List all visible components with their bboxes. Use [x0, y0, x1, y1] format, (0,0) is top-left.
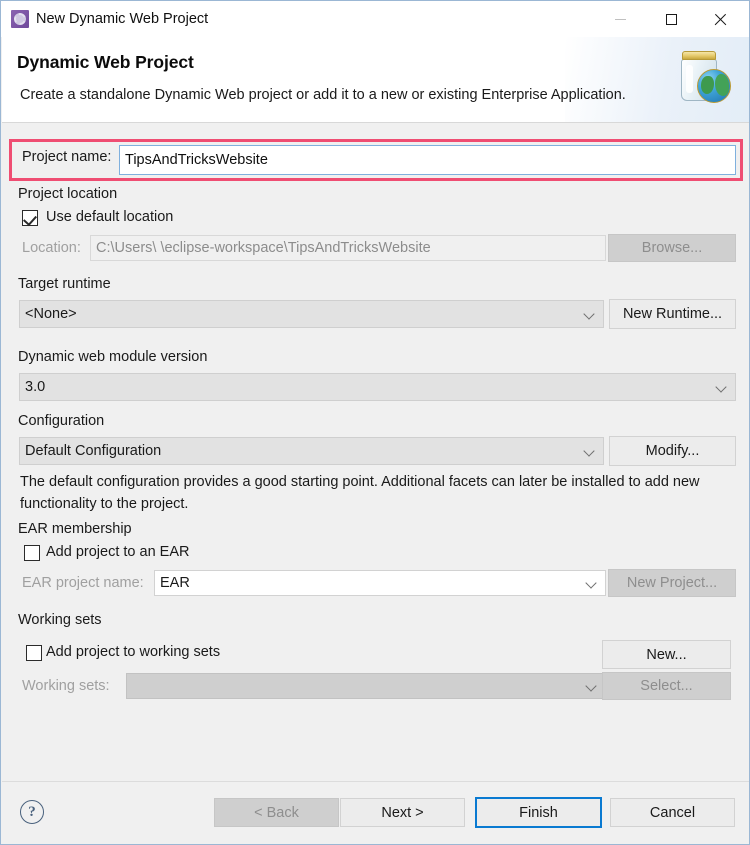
chevron-down-icon: [585, 309, 594, 318]
chevron-down-icon: [717, 382, 726, 391]
modify-button[interactable]: Modify...: [609, 436, 736, 466]
minimize-icon: [614, 18, 626, 20]
cancel-button[interactable]: Cancel: [610, 798, 735, 827]
maximize-button[interactable]: [648, 1, 694, 37]
chevron-down-icon: [587, 578, 596, 587]
working-sets-group-label: Working sets: [18, 612, 102, 628]
add-project-to-ear-checkbox[interactable]: [24, 545, 40, 561]
ear-project-name-value: EAR: [160, 575, 190, 591]
location-label: Location:: [22, 240, 81, 256]
select-working-set-button: Select...: [602, 672, 731, 700]
new-dynamic-web-project-dialog: New Dynamic Web Project Dynamic Web Proj…: [0, 0, 750, 845]
module-version-group-label: Dynamic web module version: [18, 349, 208, 365]
chevron-down-icon: [585, 446, 594, 455]
close-button[interactable]: [697, 1, 743, 37]
working-sets-combo: [126, 673, 606, 699]
project-name-label: Project name:: [22, 149, 112, 165]
page-description: Create a standalone Dynamic Web project …: [20, 87, 626, 103]
target-runtime-combo[interactable]: <None>: [19, 300, 604, 328]
new-working-set-button[interactable]: New...: [602, 640, 731, 669]
module-version-combo[interactable]: 3.0: [19, 373, 736, 401]
configuration-group-label: Configuration: [18, 413, 105, 429]
target-runtime-value: <None>: [25, 306, 77, 322]
globe-shape: [697, 69, 731, 103]
use-default-location-label: Use default location: [46, 209, 174, 225]
new-runtime-button[interactable]: New Runtime...: [609, 299, 736, 329]
add-project-to-working-sets-label: Add project to working sets: [46, 644, 221, 660]
jar-globe-icon: [670, 45, 736, 115]
browse-button: Browse...: [608, 234, 736, 262]
target-runtime-group-label: Target runtime: [18, 276, 111, 292]
ear-project-name-combo: EAR: [154, 570, 606, 596]
add-project-to-ear-label: Add project to an EAR: [46, 544, 190, 560]
eclipse-wizard-icon: [11, 10, 29, 28]
configuration-combo[interactable]: Default Configuration: [19, 437, 604, 465]
configuration-value: Default Configuration: [25, 443, 162, 459]
chevron-down-icon: [587, 681, 596, 690]
maximize-icon: [665, 13, 677, 25]
use-default-location-checkbox[interactable]: [22, 210, 38, 226]
working-sets-label: Working sets:: [22, 678, 110, 694]
window-title: New Dynamic Web Project: [36, 11, 209, 27]
finish-button[interactable]: Finish: [475, 797, 602, 828]
ear-project-name-label: EAR project name:: [22, 575, 144, 591]
wizard-footer: ? < Back Next > Finish Cancel: [2, 781, 749, 843]
minimize-button[interactable]: [597, 1, 643, 37]
wizard-header: Dynamic Web Project Create a standalone …: [2, 37, 749, 123]
add-project-to-working-sets-checkbox[interactable]: [26, 645, 42, 661]
help-icon[interactable]: ?: [20, 800, 44, 824]
close-icon: [714, 13, 727, 26]
new-project-button: New Project...: [608, 569, 736, 597]
back-button: < Back: [214, 798, 339, 827]
module-version-value: 3.0: [25, 379, 46, 395]
jar-lid-shape: [682, 51, 716, 60]
location-input: C:\Users\ \eclipse-workspace\TipsAndTric…: [90, 235, 606, 261]
configuration-description: The default configuration provides a goo…: [20, 474, 700, 512]
wizard-body: Project name: TipsAndTricksWebsite Proje…: [2, 124, 749, 784]
next-button[interactable]: Next >: [340, 798, 465, 827]
page-title: Dynamic Web Project: [17, 52, 194, 72]
ear-membership-group-label: EAR membership: [18, 521, 132, 537]
project-location-group-label: Project location: [18, 186, 118, 202]
title-bar: New Dynamic Web Project: [1, 1, 749, 37]
project-name-input[interactable]: TipsAndTricksWebsite: [119, 145, 736, 175]
